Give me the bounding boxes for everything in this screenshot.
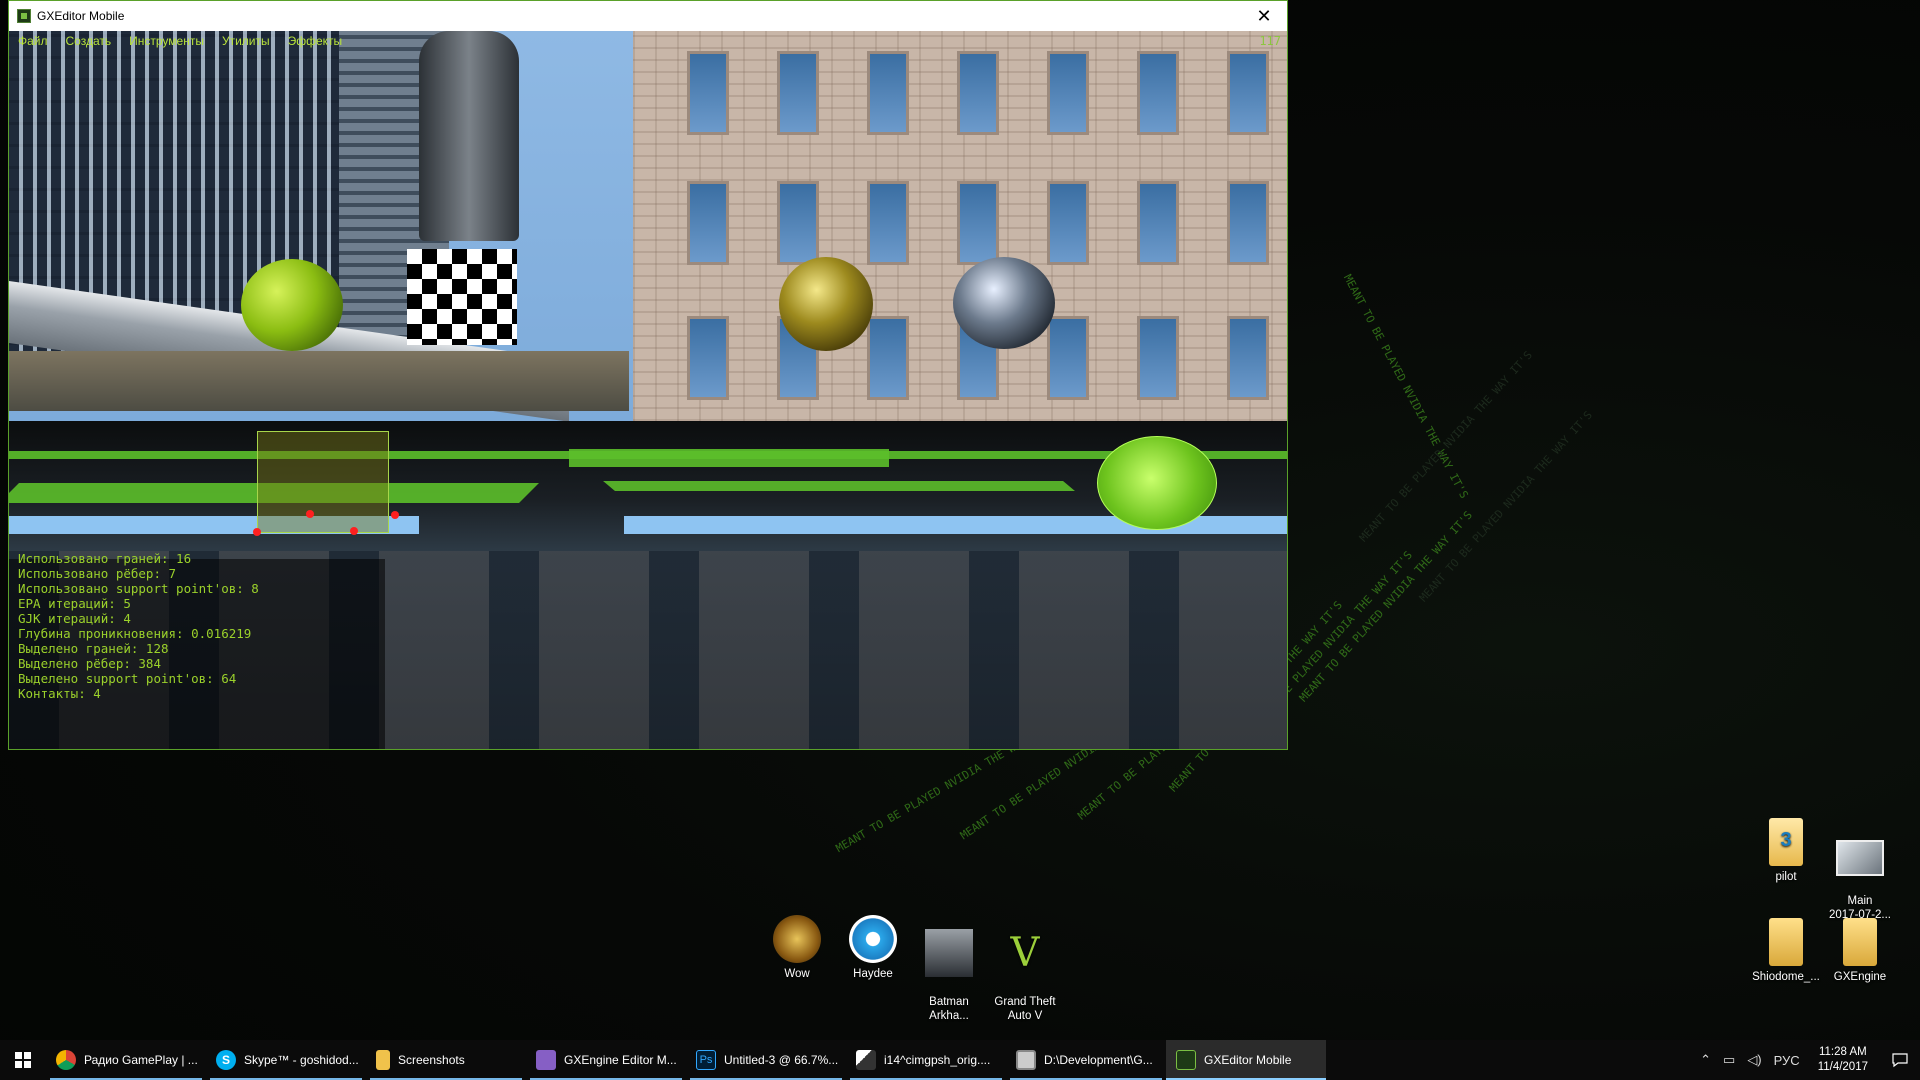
chrome-icon (56, 1050, 76, 1070)
folder-icon (1769, 918, 1803, 966)
stat-line: GJK итераций: 4 (18, 611, 131, 626)
close-icon: ✕ (1256, 5, 1272, 26)
taskbar-item-screenshots[interactable]: Screenshots (366, 1040, 526, 1080)
menu-file[interactable]: Файл (9, 31, 57, 53)
menu-tools[interactable]: Инструменты (120, 31, 213, 53)
taskbar-item-console[interactable]: D:\Development\G... (1006, 1040, 1166, 1080)
image-file-icon (1836, 840, 1884, 876)
taskbar-item-label: GXEngine Editor M... (564, 1053, 677, 1067)
scene-wireframe-sphere (1097, 436, 1217, 530)
collision-stats: Использовано граней: 16 Использовано рёб… (18, 551, 259, 701)
taskbar-item-gxeditor[interactable]: GXEditor Mobile (1166, 1040, 1326, 1080)
start-button[interactable] (0, 1040, 46, 1080)
visual-studio-icon (536, 1050, 556, 1070)
menu-create[interactable]: Создать (57, 31, 121, 53)
desktop-icon-shiodome[interactable]: Shiodome_... (1748, 918, 1824, 984)
scene-green-sphere (241, 259, 343, 351)
menu-effects[interactable]: Эффекты (279, 31, 352, 53)
wow-icon (773, 915, 821, 963)
taskbar-item-chrome[interactable]: Радио GamePlay | ... (46, 1040, 206, 1080)
support-point (306, 510, 314, 518)
desktop-icon-label: Haydee (853, 968, 893, 980)
system-tray: ⌃ ▭ ◁) РУС 11:28 AM 11/4/2017 (1694, 1040, 1920, 1080)
skype-icon: S (216, 1050, 236, 1070)
stat-line: Использовано рёбер: 7 (18, 566, 177, 581)
desktop-icon-label: Wow (784, 968, 810, 980)
photoshop-icon: Ps (696, 1050, 716, 1070)
notification-icon (1892, 1053, 1908, 1068)
desktop-icon-haydee[interactable]: Haydee (835, 915, 911, 981)
folder-icon (1843, 918, 1877, 966)
support-point (391, 511, 399, 519)
desktop-icon-pilot[interactable]: 3 pilot (1748, 818, 1824, 884)
language-indicator[interactable]: РУС (1768, 1053, 1806, 1068)
desktop-icon-wow[interactable]: Wow (759, 915, 835, 981)
support-point (350, 527, 358, 535)
desktop-icon-gxengine[interactable]: GXEngine (1822, 918, 1898, 984)
desktop-icon-label: GXEngine (1833, 971, 1887, 983)
stat-line: Выделено рёбер: 384 (18, 656, 161, 671)
close-button[interactable]: ✕ (1241, 1, 1287, 31)
taskbar-item-skype[interactable]: S Skype™ - goshidod... (206, 1040, 366, 1080)
gta-icon: V (1010, 930, 1040, 976)
taskbar-item-label: Радио GamePlay | ... (84, 1053, 198, 1067)
taskbar-item-label: D:\Development\G... (1044, 1053, 1153, 1067)
wallpaper-text: MEANT TO BE PLAYED NVIDIA THE WAY IT'S (1356, 348, 1535, 545)
stat-line: Глубина проникновения: 0.016219 (18, 626, 252, 641)
menu-utilities[interactable]: Утилиты (213, 31, 279, 53)
image-viewer-icon (856, 1050, 876, 1070)
desktop-icon-label: Grand Theft Auto V (994, 996, 1056, 1022)
clock-date: 11/4/2017 (1817, 1061, 1868, 1073)
stat-line: Контакты: 4 (18, 686, 101, 701)
gxeditor-icon (17, 9, 31, 23)
wallpaper-text: MEANT TO BE PLAYED NVIDIA THE WAY IT'S (1296, 508, 1475, 705)
taskbar-item-label: Untitled-3 @ 66.7%... (724, 1053, 839, 1067)
taskbar: Радио GamePlay | ... S Skype™ - goshidod… (0, 1040, 1920, 1080)
stat-line: EPA итераций: 5 (18, 596, 131, 611)
fps-counter: 117 (1259, 34, 1281, 48)
desktop-icon-label: pilot (1775, 871, 1797, 883)
stat-line: Выделено support point'ов: 64 (18, 671, 237, 686)
stat-line: Использовано граней: 16 (18, 551, 192, 566)
taskbar-item-label: Skype™ - goshidod... (244, 1053, 359, 1067)
wallpaper-text: MEANT TO BE PLAYED NVIDIA THE WAY IT'S (1341, 272, 1471, 501)
taskbar-item-label: i14^cimgpsh_orig.... (884, 1053, 991, 1067)
folder-icon (376, 1050, 390, 1070)
scene-chrome-sphere (953, 257, 1055, 349)
gxeditor-icon (1176, 1050, 1196, 1070)
network-icon[interactable]: ▭ (1717, 1052, 1741, 1068)
stat-line: Выделено граней: 128 (18, 641, 169, 656)
scene-gold-sphere (779, 257, 873, 351)
menu-bar: Файл Создать Инструменты Утилиты Эффекты (9, 31, 351, 53)
windows-icon (15, 1052, 31, 1068)
console-icon (1016, 1050, 1036, 1070)
batman-icon (925, 929, 973, 977)
desktop-icon-gta[interactable]: V Grand Theft Auto V (987, 915, 1063, 1037)
chevron-up-icon[interactable]: ⌃ (1694, 1052, 1717, 1068)
haydee-icon (849, 915, 897, 963)
volume-icon[interactable]: ◁) (1741, 1052, 1767, 1068)
scene-bridge-base (9, 351, 629, 411)
taskbar-item-visual-studio[interactable]: GXEngine Editor M... (526, 1040, 686, 1080)
clock[interactable]: 11:28 AM 11/4/2017 (1806, 1045, 1880, 1075)
desktop-icon-batman[interactable]: Batman Arkha... (911, 915, 987, 1037)
title-bar[interactable]: GXEditor Mobile ✕ (9, 1, 1287, 31)
scene-wireframe-cube (257, 431, 389, 533)
desktop-icon-label: Shiodome_... (1752, 971, 1820, 983)
clock-time: 11:28 AM (1818, 1046, 1867, 1058)
scene-building-right (633, 31, 1287, 421)
stat-line: Использовано support point'ов: 8 (18, 581, 259, 596)
scene-soldier-model (419, 31, 519, 241)
scene-checker-cube (407, 249, 517, 345)
window-title: GXEditor Mobile (37, 9, 125, 23)
support-point (253, 528, 261, 536)
desktop-icon-label: Batman Arkha... (929, 996, 969, 1022)
action-center-button[interactable] (1880, 1040, 1920, 1080)
taskbar-item-label: Screenshots (398, 1053, 465, 1067)
taskbar-item-image-viewer[interactable]: i14^cimgpsh_orig.... (846, 1040, 1006, 1080)
taskbar-item-photoshop[interactable]: Ps Untitled-3 @ 66.7%... (686, 1040, 846, 1080)
taskbar-item-label: GXEditor Mobile (1204, 1053, 1292, 1067)
document-3-icon: 3 (1769, 818, 1803, 866)
